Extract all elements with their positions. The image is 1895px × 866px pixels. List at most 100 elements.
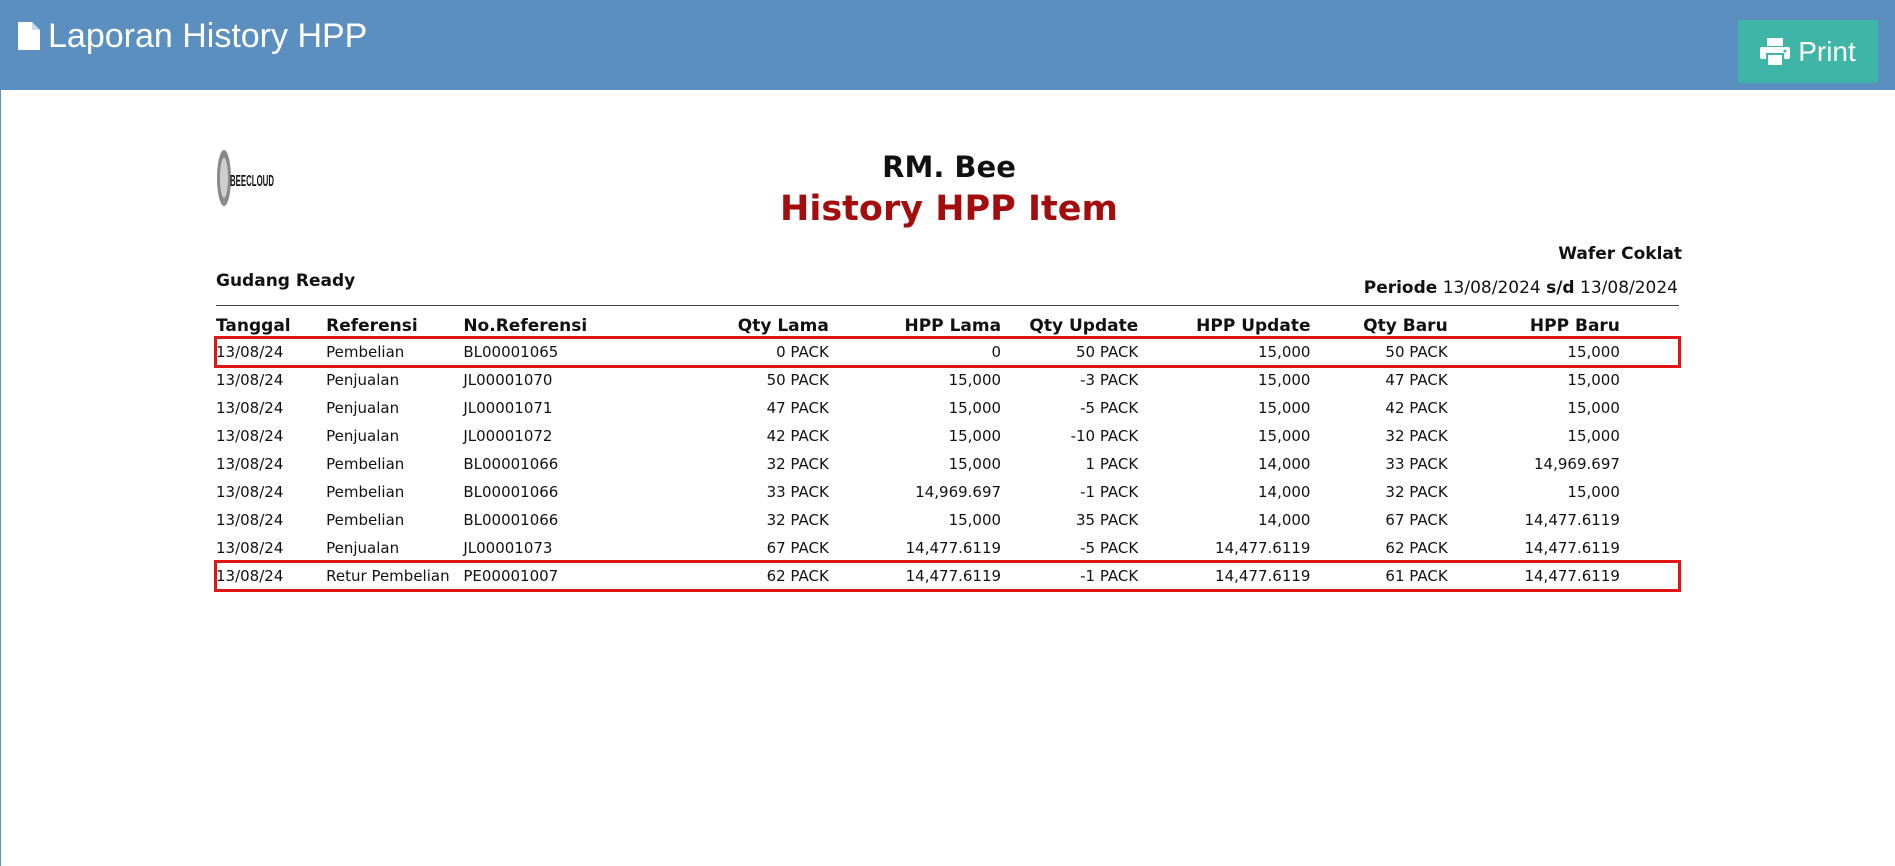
cell-qty-update: 35 PACK — [1076, 511, 1139, 529]
cell-referensi: Pembelian — [326, 483, 405, 501]
cell-qty-update: -1 PACK — [1080, 567, 1139, 585]
cell-hpp-update: 15,000 — [1257, 399, 1311, 417]
cell-qty-update: -5 PACK — [1080, 539, 1139, 557]
cell-spacer — [1623, 422, 1679, 450]
cell-tanggal: 13/08/24 — [216, 567, 284, 585]
cell-tanggal: 13/08/24 — [216, 483, 284, 501]
cell-hpp-update: 15,000 — [1257, 371, 1311, 389]
cell-referensi: Penjualan — [326, 399, 400, 417]
col-header-qty-baru: Qty Baru — [1363, 316, 1448, 336]
col-header-referensi: Referensi — [326, 316, 418, 336]
cell-qty-lama: 62 PACK — [766, 567, 829, 585]
period-separator: s/d — [1546, 278, 1575, 298]
table-row: 13/08/24 Penjualan JL00001073 67 PACK 14,477… — [216, 534, 1679, 562]
col-header-no-referensi: No.Referensi — [463, 316, 588, 336]
cell-hpp-lama: 14,969.697 — [915, 483, 1002, 501]
cell-no-referensi: BL00001066 — [463, 483, 559, 501]
cell-spacer — [1623, 534, 1679, 562]
cell-hpp-baru: 14,477.6119 — [1524, 511, 1620, 529]
cell-qty-baru: 42 PACK — [1385, 399, 1448, 417]
cell-tanggal: 13/08/24 — [216, 343, 284, 361]
cell-hpp-lama: 15,000 — [948, 399, 1002, 417]
cell-tanggal: 13/08/24 — [216, 427, 284, 445]
cell-hpp-lama: 14,477.6119 — [905, 539, 1002, 557]
period-range: Periode 13/08/2024 s/d 13/08/2024 — [1364, 278, 1678, 298]
table-row: 13/08/24 Penjualan JL00001070 50 PACK 15,000… — [216, 366, 1679, 394]
cell-qty-baru: 32 PACK — [1385, 483, 1448, 501]
cell-hpp-update: 14,477.6119 — [1215, 539, 1311, 557]
cell-referensi: Penjualan — [326, 427, 400, 445]
cell-hpp-baru: 15,000 — [1567, 399, 1620, 417]
table-row-highlighted: 13/08/24 Retur Pembelian PE00001007 62 PACK… — [214, 560, 1681, 592]
cell-hpp-baru: 14,477.6119 — [1524, 539, 1620, 557]
cell-referensi: Penjualan — [326, 539, 400, 557]
period-label: Periode — [1363, 278, 1438, 298]
table-row: 13/08/24 Pembelian BL00001066 33 PACK 14,969… — [216, 478, 1679, 506]
cell-referensi: Pembelian — [326, 455, 405, 473]
cell-qty-lama: 0 PACK — [776, 343, 829, 361]
page-header-title: Laporan History HPP — [18, 14, 367, 58]
company-name: RM. Bee — [882, 150, 1016, 184]
cell-hpp-update: 14,000 — [1257, 455, 1311, 473]
cell-referensi: Retur Pembelian — [326, 567, 450, 585]
item-name: Wafer Coklat — [1558, 244, 1682, 264]
col-header-tanggal: Tanggal — [216, 316, 291, 336]
file-icon — [18, 22, 40, 50]
cell-tanggal: 13/08/24 — [216, 399, 284, 417]
cell-referensi: Pembelian — [326, 511, 405, 529]
top-header-bar: Laporan History HPP Print — [0, 0, 1895, 90]
cell-qty-lama: 32 PACK — [766, 511, 829, 529]
cell-qty-update: -1 PACK — [1080, 483, 1139, 501]
cell-hpp-lama: 15,000 — [948, 427, 1002, 445]
col-header-hpp-baru: HPP Baru — [1529, 316, 1620, 336]
print-button-label: Print — [1798, 35, 1856, 67]
cell-no-referensi: BL00001066 — [463, 511, 559, 529]
col-header-hpp-update: HPP Update — [1196, 316, 1311, 336]
cell-qty-update: 1 PACK — [1085, 455, 1139, 473]
col-header-qty-update: Qty Update — [1029, 316, 1139, 336]
cell-no-referensi: JL00001073 — [463, 539, 553, 557]
print-button[interactable]: Print — [1738, 20, 1878, 83]
cell-tanggal: 13/08/24 — [216, 455, 284, 473]
table-row: 13/08/24 Pembelian BL00001066 32 PACK 15,000… — [216, 506, 1679, 534]
hpp-history-table: Tanggal Referensi No.Referensi Qty Lama … — [214, 305, 1681, 592]
cell-hpp-baru: 14,477.6119 — [1524, 567, 1620, 585]
cell-spacer — [1623, 506, 1679, 534]
cell-no-referensi: PE00001007 — [463, 567, 559, 585]
col-header-qty-lama: Qty Lama — [737, 316, 829, 336]
cell-referensi: Pembelian — [326, 343, 405, 361]
col-header-spacer — [1623, 306, 1679, 339]
cell-hpp-update: 14,000 — [1257, 511, 1311, 529]
cell-qty-update: -3 PACK — [1080, 371, 1139, 389]
cell-hpp-lama: 14,477.6119 — [905, 567, 1002, 585]
cell-hpp-baru: 15,000 — [1567, 371, 1620, 389]
cell-hpp-baru: 15,000 — [1567, 483, 1620, 501]
cell-qty-baru: 61 PACK — [1385, 567, 1448, 585]
cell-hpp-baru: 15,000 — [1567, 427, 1620, 445]
cell-qty-update: -10 PACK — [1070, 427, 1139, 445]
cell-no-referensi: JL00001070 — [463, 371, 553, 389]
cell-hpp-baru: 14,969.697 — [1534, 455, 1620, 473]
cell-spacer — [1623, 366, 1679, 394]
cell-tanggal: 13/08/24 — [216, 511, 284, 529]
cell-qty-baru: 67 PACK — [1385, 511, 1448, 529]
cell-spacer — [1623, 450, 1679, 478]
cell-hpp-lama: 15,000 — [948, 455, 1002, 473]
cell-hpp-lama: 0 — [991, 343, 1002, 361]
cell-hpp-update: 15,000 — [1257, 343, 1311, 361]
cell-qty-baru: 50 PACK — [1385, 343, 1448, 361]
cell-hpp-update: 15,000 — [1257, 427, 1311, 445]
col-header-hpp-lama: HPP Lama — [904, 316, 1002, 336]
cell-qty-lama: 67 PACK — [766, 539, 829, 557]
cell-hpp-lama: 15,000 — [948, 371, 1002, 389]
report-title: History HPP Item — [780, 189, 1118, 229]
cell-qty-lama: 33 PACK — [766, 483, 829, 501]
cell-qty-update: 50 PACK — [1076, 343, 1139, 361]
table-row: 13/08/24 Pembelian BL00001066 32 PACK 15,000… — [216, 450, 1679, 478]
cell-qty-lama: 50 PACK — [766, 371, 829, 389]
cell-tanggal: 13/08/24 — [216, 539, 284, 557]
cell-qty-baru: 32 PACK — [1385, 427, 1448, 445]
warehouse-name: Gudang Ready — [216, 271, 356, 291]
cell-qty-baru: 47 PACK — [1385, 371, 1448, 389]
cell-qty-baru: 33 PACK — [1385, 455, 1448, 473]
